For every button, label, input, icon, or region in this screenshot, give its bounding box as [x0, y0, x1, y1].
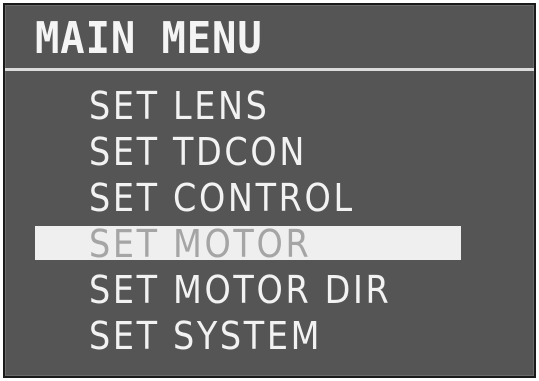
menu-item-label: SET MOTOR DIR: [89, 268, 392, 312]
menu-item-label: SET CONTROL: [89, 176, 355, 220]
menu-item-set-motor-dir[interactable]: SET MOTOR DIR: [5, 267, 534, 313]
title-bar: MAIN MENU: [5, 5, 534, 71]
menu-item-set-lens[interactable]: SET LENS: [5, 83, 534, 129]
menu-title: MAIN MENU: [35, 13, 263, 64]
osd-main-menu-panel: MAIN MENU SET LENS SET TDCON SET CONTROL…: [3, 3, 536, 378]
menu-item-label: SET MOTOR: [89, 222, 312, 266]
menu-item-label: SET TDCON: [89, 130, 308, 174]
menu-item-set-motor[interactable]: SET MOTOR: [5, 221, 534, 267]
menu-item-set-control[interactable]: SET CONTROL: [5, 175, 534, 221]
menu-item-set-tdcon[interactable]: SET TDCON: [5, 129, 534, 175]
menu-item-label: SET SYSTEM: [89, 314, 323, 358]
menu-list: SET LENS SET TDCON SET CONTROL SET MOTOR…: [5, 83, 534, 359]
menu-item-set-system[interactable]: SET SYSTEM: [5, 313, 534, 359]
menu-item-label: SET LENS: [89, 84, 270, 128]
